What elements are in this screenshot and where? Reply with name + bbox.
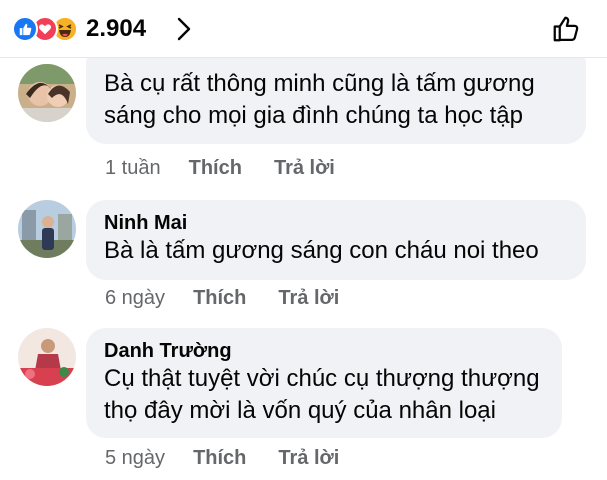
- reactions-header: 2.904: [0, 0, 607, 58]
- comment-text-line: Bà cụ rất thông minh cũng là tấm gương: [104, 70, 535, 97]
- comment-time[interactable]: 1 tuần: [105, 156, 161, 180]
- reply-comment-button[interactable]: Trả lời: [274, 156, 335, 180]
- comment-text-line: Cụ thật tuyệt vời chúc cụ thượng thượng: [104, 365, 540, 392]
- comment-bubble: Danh Trường Cụ thật tuyệt vời chúc cụ th…: [86, 328, 562, 438]
- comment-bubble: Chinh Lã Khắc Chinh Bà cụ rất thông minh…: [86, 39, 586, 144]
- reply-comment-button[interactable]: Trả lời: [278, 446, 339, 470]
- reply-comment-button[interactable]: Trả lời: [278, 286, 339, 310]
- avatar[interactable]: [18, 64, 76, 122]
- avatar[interactable]: [18, 328, 76, 386]
- comment-text-line: thọ đây mời là vốn quý của nhân loại: [104, 397, 496, 424]
- like-comment-button[interactable]: Thích: [193, 286, 246, 310]
- comment-bubble: Ninh Mai Bà là tấm gương sáng con cháu n…: [86, 200, 586, 280]
- like-icon: [12, 16, 38, 42]
- comment-text-line: Bà là tấm gương sáng con cháu noi theo: [104, 237, 539, 264]
- like-comment-button[interactable]: Thích: [189, 156, 242, 180]
- comment-actions: 1 tuần Thích Trả lời: [105, 156, 335, 180]
- comment-time[interactable]: 5 ngày: [105, 446, 165, 470]
- like-comment-button[interactable]: Thích: [193, 446, 246, 470]
- comment-actions: 6 ngày Thích Trả lời: [105, 286, 339, 310]
- reaction-count: 2.904: [86, 15, 147, 42]
- comment-actions: 5 ngày Thích Trả lời: [105, 446, 339, 470]
- comment-text-line: sáng cho mọi gia đình chúng ta học tập: [104, 102, 523, 129]
- avatar[interactable]: [18, 200, 76, 258]
- reactions-summary[interactable]: 2.904: [12, 14, 146, 44]
- chevron-right-icon[interactable]: [172, 16, 196, 42]
- thumbs-up-icon[interactable]: [549, 12, 583, 46]
- comment-time[interactable]: 6 ngày: [105, 286, 165, 310]
- comment-author[interactable]: Ninh Mai: [104, 211, 570, 235]
- comment-author[interactable]: Danh Trường: [104, 339, 546, 363]
